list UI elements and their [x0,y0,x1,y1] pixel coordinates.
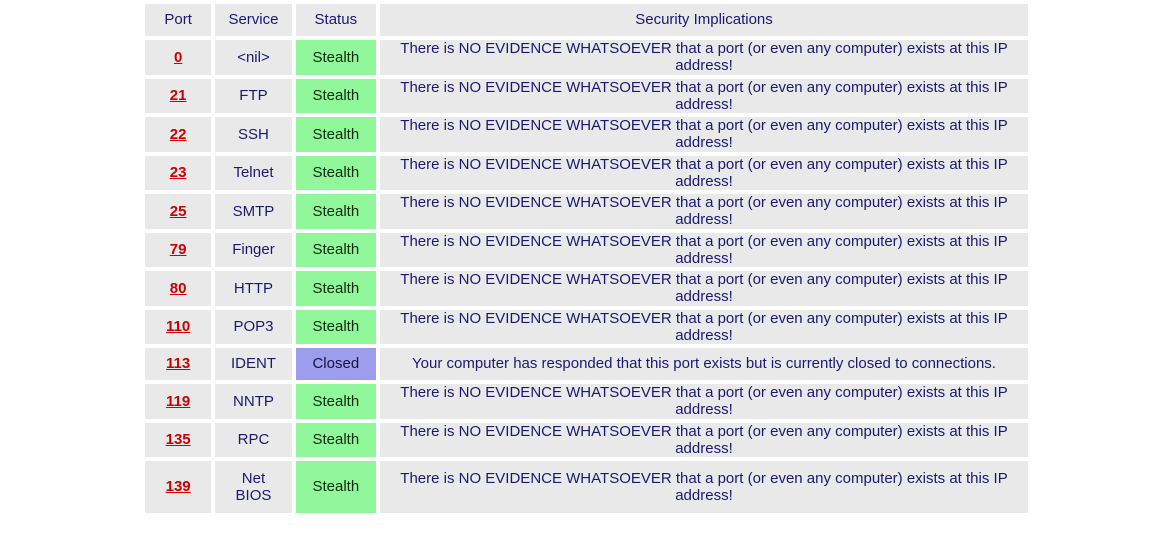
port-cell: 25 [145,194,212,229]
status-badge: Stealth [295,117,376,152]
service-label: Net [241,469,266,487]
port-cell: 110 [145,309,212,344]
port-link[interactable]: 139 [166,478,191,495]
status-badge: Stealth [295,194,376,229]
table-row: 110 POP3 Stealth There is NO EVIDENCE WHATS… [145,309,1028,344]
port-cell: 80 [145,271,212,306]
port-cell: 23 [145,155,212,190]
service-cell: Net BIOS [215,461,292,513]
port-link[interactable]: 23 [170,164,187,181]
service-cell: SSH [215,117,292,152]
port-link[interactable]: 110 [166,318,190,335]
table-row: 23 Telnet Stealth There is NO EVIDENCE WHAT… [145,155,1028,190]
service-label: Finger [232,241,275,259]
security-implication-text: There is NO EVIDENCE WHATSOEVER that a p… [380,155,1028,190]
service-label: IDENT [230,355,276,373]
service-label: POP3 [233,318,274,336]
column-header-status: Status [295,4,376,36]
security-implication-text: There is NO EVIDENCE WHATSOEVER that a p… [380,271,1028,306]
security-implication-text: There is NO EVIDENCE WHATSOEVER that a p… [380,309,1028,344]
security-implication-text: There is NO EVIDENCE WHATSOEVER that a p… [380,40,1028,75]
table-row: 135 RPC Stealth There is NO EVIDENCE WHATSO… [145,422,1028,457]
status-badge: Stealth [295,422,376,457]
port-scan-results: Port Service Status Security Implication… [141,0,1032,517]
port-cell: 139 [145,461,212,513]
service-cell: NNTP [215,384,292,419]
security-implication-text: There is NO EVIDENCE WHATSOEVER that a p… [380,78,1028,113]
table-row: 0 <nil> Stealth There is NO EVIDENCE WHATSO… [145,40,1028,75]
port-link[interactable]: 79 [170,241,187,258]
status-badge: Closed [295,348,376,380]
status-badge: Stealth [295,271,376,306]
table-body: 0 <nil> Stealth There is NO EVIDENCE WHATSO… [145,40,1028,513]
service-label: FTP [239,87,268,105]
port-link[interactable]: 0 [174,49,182,66]
header-row: Port Service Status Security Implication… [145,4,1028,36]
table-row: 21 FTP Stealth There is NO EVIDENCE WHATSOE… [145,78,1028,113]
service-cell: FTP [215,78,292,113]
security-implication-text: There is NO EVIDENCE WHATSOEVER that a p… [380,117,1028,152]
security-implication-text: Your computer has responded that this po… [380,348,1028,380]
status-badge: Stealth [295,461,376,513]
table-row: 25 SMTP Stealth There is NO EVIDENCE WHATSO… [145,194,1028,229]
port-link[interactable]: 135 [166,431,191,448]
port-cell: 22 [145,117,212,152]
security-implication-text: There is NO EVIDENCE WHATSOEVER that a p… [380,461,1028,513]
port-link[interactable]: 80 [170,280,187,297]
port-cell: 135 [145,422,212,457]
port-cell: 21 [145,78,212,113]
service-cell: POP3 [215,309,292,344]
port-scan-table: Port Service Status Security Implication… [141,0,1032,517]
service-label: BIOS [235,487,272,504]
port-cell: 119 [145,384,212,419]
service-label: Telnet [233,164,274,182]
service-label: HTTP [233,279,274,297]
service-label: <nil> [237,48,270,66]
service-label: SMTP [232,202,275,220]
table-row: 80 HTTP Stealth There is NO EVIDENCE WHATSO… [145,271,1028,306]
table-row: 79 Finger Stealth There is NO EVIDENCE WHAT… [145,232,1028,267]
status-badge: Stealth [295,78,376,113]
service-cell: RPC [215,422,292,457]
table-row: 22 SSH Stealth There is NO EVIDENCE WHATSOE… [145,117,1028,152]
service-label: NNTP [233,392,274,410]
status-badge: Stealth [295,309,376,344]
security-implication-text: There is NO EVIDENCE WHATSOEVER that a p… [380,194,1028,229]
security-implication-text: There is NO EVIDENCE WHATSOEVER that a p… [380,384,1028,419]
status-badge: Stealth [295,232,376,267]
port-link[interactable]: 113 [166,355,190,372]
service-cell: Telnet [215,155,292,190]
service-cell: <nil> [215,40,292,75]
port-link[interactable]: 21 [170,87,187,104]
table-header: Port Service Status Security Implication… [145,4,1028,36]
security-implication-text: There is NO EVIDENCE WHATSOEVER that a p… [380,422,1028,457]
security-implication-text: There is NO EVIDENCE WHATSOEVER that a p… [380,232,1028,267]
column-header-service: Service [215,4,292,36]
port-cell: 0 [145,40,212,75]
service-cell: IDENT [215,348,292,380]
table-row: 139 Net BIOS Stealth There is NO EVIDENCE WH… [145,461,1028,513]
service-cell: SMTP [215,194,292,229]
service-label: SSH [238,125,269,143]
status-badge: Stealth [295,384,376,419]
service-cell: HTTP [215,271,292,306]
port-cell: 79 [145,232,212,267]
column-header-port: Port [145,4,212,36]
port-link[interactable]: 22 [170,126,187,143]
table-row: 113 IDENT Closed Your computer has responde… [145,348,1028,380]
port-link[interactable]: 25 [170,203,187,220]
service-label: RPC [237,431,270,449]
status-badge: Stealth [295,155,376,190]
port-cell: 113 [145,348,212,380]
port-link[interactable]: 119 [166,393,190,410]
column-header-security-implications: Security Implications [380,4,1028,36]
table-row: 119 NNTP Stealth There is NO EVIDENCE WHATS… [145,384,1028,419]
status-badge: Stealth [295,40,376,75]
service-cell: Finger [215,232,292,267]
